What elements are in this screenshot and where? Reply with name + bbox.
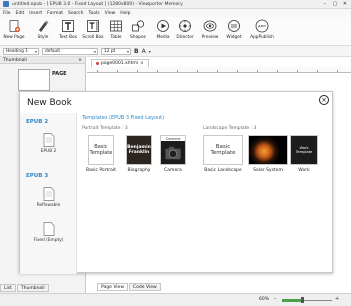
heading-select[interactable]: Heading 1 ▾ <box>3 47 39 55</box>
menu-format[interactable]: Format <box>47 11 63 16</box>
window-controls: – ▢ ✕ <box>321 1 349 7</box>
zoom-level: 60% <box>259 297 270 302</box>
menu-help[interactable]: Help <box>120 11 130 16</box>
font-select[interactable]: default ▾ <box>42 47 98 55</box>
chevron-down-icon: ▾ <box>126 48 129 54</box>
new-page-icon <box>7 19 21 33</box>
close-icon[interactable]: × <box>140 61 144 66</box>
template-work[interactable]: Work Template Work <box>290 135 318 173</box>
widget-button[interactable]: Widget <box>223 19 245 45</box>
minimize-button[interactable]: – <box>321 1 329 7</box>
director-icon <box>178 19 192 33</box>
menu-bar: File Edit Insert Format Search Tools Vie… <box>0 9 351 17</box>
scroll-box-icon <box>86 19 100 33</box>
panel-tabs: List Thumbnail <box>0 284 86 292</box>
app-publish-button[interactable]: APP AppPublish <box>250 19 274 45</box>
template-camera[interactable]: Camera Camera <box>160 135 186 173</box>
bold-button[interactable]: B <box>134 48 139 55</box>
thumbnail-panel-header: Thumbnail × <box>0 57 85 64</box>
template-basic-landscape[interactable]: Basic Template Basic Landscape <box>203 135 243 173</box>
app-publish-icon: APP <box>255 19 269 33</box>
chevron-down-icon: ▾ <box>34 48 37 54</box>
format-bar: Heading 1 ▾ default ▾ 12 pt ▾ B A ▾ <box>0 46 351 57</box>
document-icon <box>43 187 55 201</box>
media-button[interactable]: Media <box>152 19 174 45</box>
camera-icon <box>165 146 181 160</box>
portrait-group-label: Portrait Template : 3 <box>82 126 128 131</box>
tab-page-view[interactable]: Page View <box>97 283 129 291</box>
page-label: PAGE <box>52 71 67 77</box>
ruler <box>87 67 351 73</box>
dialog-title: New Book <box>27 98 72 108</box>
style-button[interactable]: Style <box>32 19 54 45</box>
landscape-group-label: Landscape Template : 3 <box>203 126 257 131</box>
tab-code-view[interactable]: Code View <box>129 283 161 291</box>
table-icon <box>109 19 123 33</box>
template-thumbnail: Benjamin Franklin <box>126 135 152 165</box>
template-thumbnail: Work Template <box>290 135 318 165</box>
epub3-section-title: EPUB 3 <box>26 173 49 179</box>
app-icon-text: APP <box>258 24 266 29</box>
template-solar-system[interactable]: Solar System <box>248 135 288 173</box>
reflowable-option[interactable]: Reflowable <box>20 187 77 208</box>
template-thumbnail: Basic Template <box>203 135 243 165</box>
status-bar: 60% – + <box>0 293 351 306</box>
font-color-button[interactable]: A <box>142 48 146 55</box>
style-icon <box>36 19 50 33</box>
scroll-box-button[interactable]: Scroll Box <box>82 19 104 45</box>
chevron-down-icon: ▾ <box>93 48 96 54</box>
zoom-slider-handle[interactable] <box>301 297 304 303</box>
view-tabs: Page View Code View <box>97 283 162 291</box>
document-icon <box>43 133 55 147</box>
table-button[interactable]: Table <box>105 19 127 45</box>
zoom-slider-fill <box>282 299 302 302</box>
epub2-option[interactable]: EPUB 2 <box>20 133 77 154</box>
media-icon <box>156 19 170 33</box>
tab-list[interactable]: List <box>0 284 16 292</box>
preview-button[interactable]: Preview <box>199 19 221 45</box>
zoom-out-button[interactable]: – <box>274 296 277 302</box>
new-page-button[interactable]: New Page <box>3 19 25 45</box>
maximize-button[interactable]: ▢ <box>331 1 339 7</box>
window-title: untitled.epub - [ EPUB 3.0 - Fixed Layou… <box>12 1 183 7</box>
modified-dot-icon <box>96 62 99 65</box>
menu-insert[interactable]: Insert <box>29 11 42 16</box>
close-icon[interactable]: × <box>78 57 82 64</box>
menu-tools[interactable]: Tools <box>89 11 100 16</box>
app-icon <box>3 1 9 7</box>
template-thumbnail: Camera <box>160 135 186 165</box>
title-bar: untitled.epub - [ EPUB 3.0 - Fixed Layou… <box>0 0 351 9</box>
menu-view[interactable]: View <box>105 11 116 16</box>
template-thumbnail: Basic Template <box>87 135 114 165</box>
template-biography[interactable]: Benjamin Franklin Biography <box>126 135 152 173</box>
book-type-panel: EPUB 2 EPUB 2 EPUB 3 Reflowable Fixed (E… <box>20 113 77 274</box>
ribbon-toolbar: New Page Style Text Box Scroll Box Table… <box>0 17 351 46</box>
tab-thumbnail[interactable]: Thumbnail <box>16 284 49 292</box>
page-thumbnail[interactable] <box>18 69 50 91</box>
shapes-icon <box>131 19 145 33</box>
template-thumbnail <box>248 135 288 165</box>
templates-panel: Templates (EPUB 3 Fixed Layout) Portrait… <box>82 113 329 274</box>
fixed-empty-option[interactable]: Fixed (Empty) <box>20 222 77 243</box>
preview-eye-icon <box>203 19 217 33</box>
text-box-button[interactable]: Text Box <box>57 19 79 45</box>
epub2-section-title: EPUB 2 <box>26 119 49 125</box>
menu-file[interactable]: File <box>3 11 11 16</box>
menu-edit[interactable]: Edit <box>16 11 25 16</box>
new-book-dialog: New Book × EPUB 2 EPUB 2 EPUB 3 Reflowab… <box>19 91 333 274</box>
close-window-button[interactable]: ✕ <box>341 1 349 7</box>
font-size-select[interactable]: 12 pt ▾ <box>101 47 131 55</box>
templates-heading: Templates (EPUB 3 Fixed Layout) <box>82 115 165 121</box>
shapes-button[interactable]: Shapes <box>127 19 149 45</box>
document-icon <box>43 222 55 236</box>
director-button[interactable]: Director <box>174 19 196 45</box>
widget-icon <box>227 19 241 33</box>
chevron-down-icon[interactable]: ▾ <box>149 49 151 54</box>
close-icon[interactable]: × <box>319 95 329 105</box>
menu-search[interactable]: Search <box>68 11 83 16</box>
document-tab[interactable]: page0001.xhtml × <box>91 59 149 67</box>
zoom-in-button[interactable]: + <box>335 296 339 302</box>
template-basic-portrait[interactable]: Basic Template Basic Portrait <box>86 135 116 173</box>
text-box-icon <box>61 19 75 33</box>
